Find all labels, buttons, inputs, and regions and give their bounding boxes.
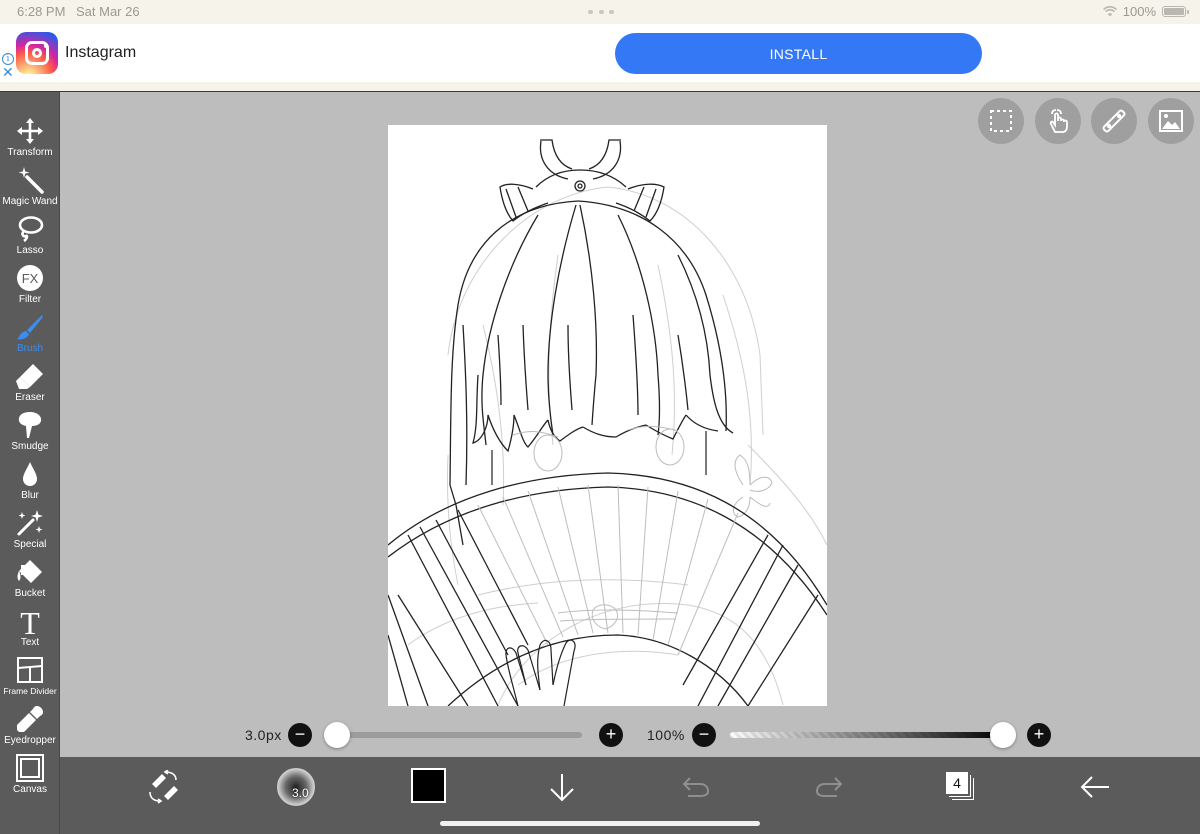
back-arrow-icon[interactable] xyxy=(1079,776,1111,798)
ruler-button[interactable] xyxy=(1091,98,1137,144)
status-time: 6:28 PM xyxy=(17,4,66,19)
tool-label: Brush xyxy=(16,343,44,354)
tool-label: Special xyxy=(13,539,47,550)
undo-icon[interactable] xyxy=(682,776,710,798)
frame-divider-icon xyxy=(17,657,43,683)
ad-banner: i ✕ Instagram INSTALL xyxy=(0,24,1200,82)
canvas-icon xyxy=(16,754,44,782)
brush-preview-label: 3.0 xyxy=(292,786,309,800)
move-arrows-icon xyxy=(17,118,43,144)
tool-label: Magic Wand xyxy=(2,196,58,207)
color-swatch-button[interactable] xyxy=(411,768,446,803)
multitasking-dots[interactable] xyxy=(588,10,614,14)
selection-icon xyxy=(990,110,1012,132)
magic-wand-icon xyxy=(18,167,44,194)
line-art-drawing xyxy=(388,139,827,706)
opacity-track[interactable] xyxy=(730,732,1004,738)
eyedropper-icon xyxy=(17,706,43,732)
instagram-logo-icon[interactable] xyxy=(16,32,58,74)
home-indicator[interactable] xyxy=(440,821,760,826)
tool-bucket[interactable]: Bucket xyxy=(0,555,60,604)
brush-size-plus-button[interactable]: + xyxy=(599,723,623,747)
image-icon xyxy=(1159,110,1183,132)
brush-size-knob[interactable] xyxy=(324,722,350,748)
bucket-icon xyxy=(17,560,42,583)
smudge-icon xyxy=(18,412,42,438)
tool-eyedropper[interactable]: Eyedropper xyxy=(0,702,60,751)
brush-size-track[interactable] xyxy=(337,732,582,738)
material-button[interactable] xyxy=(1148,98,1194,144)
status-right: 100% xyxy=(1102,4,1189,19)
tool-magic-wand[interactable]: Magic Wand xyxy=(0,163,60,212)
tool-filter[interactable]: FX Filter xyxy=(0,261,60,310)
battery-percent: 100% xyxy=(1122,4,1156,19)
layer-count: 4 xyxy=(946,772,968,794)
tool-frame-divider[interactable]: Frame Divider xyxy=(0,653,60,702)
hand-tap-icon xyxy=(1049,109,1068,133)
opacity-plus-button[interactable]: + xyxy=(1027,723,1051,747)
opacity-value: 100% xyxy=(647,727,685,743)
tool-label: Canvas xyxy=(13,784,47,795)
sparkle-icon xyxy=(17,510,43,536)
touch-gesture-button[interactable] xyxy=(1035,98,1081,144)
install-button[interactable]: INSTALL xyxy=(615,33,982,74)
tool-label: Bucket xyxy=(14,588,46,599)
opacity-knob[interactable] xyxy=(990,722,1016,748)
droplet-icon xyxy=(23,462,37,486)
tool-special[interactable]: Special xyxy=(0,506,60,555)
tool-label: Smudge xyxy=(11,441,49,452)
tool-sidebar: Transform Magic Wand Lasso FX Filter Bru… xyxy=(0,92,60,834)
selection-button[interactable] xyxy=(978,98,1024,144)
layers-button[interactable]: 4 xyxy=(946,772,976,800)
tool-transform[interactable]: Transform xyxy=(0,114,60,163)
tool-label: Transform xyxy=(7,147,53,158)
tool-label: Frame Divider xyxy=(3,686,57,696)
brush-size-minus-button[interactable]: − xyxy=(288,723,312,747)
tool-brush[interactable]: Brush xyxy=(0,310,60,359)
tool-label: Eraser xyxy=(15,392,45,403)
download-arrow-icon[interactable] xyxy=(548,772,576,802)
ruler-icon xyxy=(1102,109,1126,133)
tool-smudge[interactable]: Smudge xyxy=(0,408,60,457)
battery-icon xyxy=(1162,6,1189,17)
brush-icon xyxy=(17,315,43,340)
opacity-minus-button[interactable]: − xyxy=(692,723,716,747)
brush-preview-button[interactable]: 3.0 xyxy=(277,768,315,806)
tool-canvas[interactable]: Canvas xyxy=(0,751,60,800)
tool-label: Blur xyxy=(21,490,39,501)
text-icon: T xyxy=(20,606,40,636)
lasso-icon xyxy=(18,216,44,243)
svg-text:T: T xyxy=(20,606,40,636)
eraser-icon xyxy=(16,364,43,389)
tool-eraser[interactable]: Eraser xyxy=(0,359,60,408)
wifi-icon xyxy=(1102,6,1117,17)
svg-text:FX: FX xyxy=(22,271,39,286)
redo-icon[interactable] xyxy=(815,776,843,798)
fx-icon: FX xyxy=(17,265,43,291)
tool-label: Eyedropper xyxy=(4,735,56,746)
app-window: 6:28 PM Sat Mar 26 100% i ✕ Instagram IN… xyxy=(0,0,1200,834)
status-bar: 6:28 PM Sat Mar 26 100% xyxy=(0,0,1200,24)
close-icon[interactable]: ✕ xyxy=(2,65,14,79)
brush-eraser-swap-icon[interactable] xyxy=(146,770,180,804)
status-date: Sat Mar 26 xyxy=(76,4,140,19)
tool-label: Lasso xyxy=(16,245,44,256)
tool-text[interactable]: T Text xyxy=(0,604,60,653)
tool-blur[interactable]: Blur xyxy=(0,457,60,506)
tool-label: Filter xyxy=(18,294,42,305)
ad-divider xyxy=(0,82,1200,92)
drawing-canvas[interactable] xyxy=(388,125,827,706)
ad-app-name[interactable]: Instagram xyxy=(65,44,136,62)
tool-lasso[interactable]: Lasso xyxy=(0,212,60,261)
tool-label: Text xyxy=(20,637,40,648)
brush-size-value: 3.0px xyxy=(245,727,282,743)
